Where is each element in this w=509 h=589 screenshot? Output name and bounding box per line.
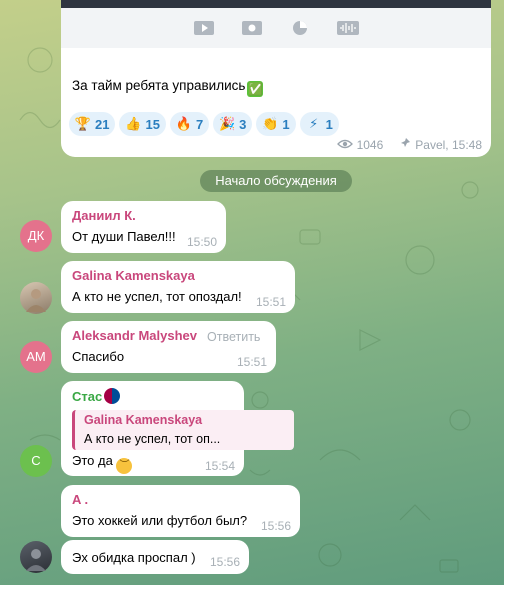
channel-post: За тайм ребята управились ✅ 🏆 21 👍 15 🔥 7… xyxy=(61,0,491,157)
reaction-count: 7 xyxy=(195,116,204,132)
play-icon[interactable] xyxy=(193,20,215,36)
message-time: 15:51 xyxy=(236,355,267,369)
message-author[interactable]: Galina Kamenskaya xyxy=(72,268,195,283)
window-edge xyxy=(504,0,509,589)
message-time: 15:56 xyxy=(260,519,291,533)
message-author[interactable]: Даниил К. xyxy=(72,208,136,223)
message-author[interactable]: Aleksandr Malyshev xyxy=(72,328,197,343)
thumbs-up-icon: 👍 xyxy=(125,116,142,131)
lightning-icon: ⚡ xyxy=(309,116,319,131)
reaction-count: 1 xyxy=(325,116,333,132)
reaction-count: 3 xyxy=(239,116,247,132)
reaction-fire[interactable]: 🔥 7 xyxy=(169,112,210,136)
barcelona-badge-icon xyxy=(104,388,121,404)
message-text: Это хоккей или футбол был? xyxy=(72,513,248,528)
views-count: 1046 xyxy=(356,137,384,152)
photo-icon[interactable] xyxy=(241,20,263,36)
pin-icon xyxy=(399,137,411,152)
party-icon: 🎉 xyxy=(219,116,236,131)
message-time: 15:54 xyxy=(204,459,235,473)
message-text: А кто не успел, тот опоздал! xyxy=(72,289,242,304)
message-time: 15:50 xyxy=(186,235,217,249)
message-author[interactable]: A . xyxy=(72,492,88,507)
message-bubble[interactable]: Стас Galina Kamenskaya А кто не успел, т… xyxy=(61,381,294,476)
reaction-count: 21 xyxy=(95,116,110,132)
reaction-lightning[interactable]: ⚡ 1 xyxy=(299,112,339,136)
clap-icon: 👏 xyxy=(262,116,279,131)
post-meta: 1046 Pavel, 15:48 xyxy=(336,137,482,152)
reply-button[interactable]: Ответить xyxy=(207,330,260,344)
avatar[interactable] xyxy=(20,541,52,573)
discussion-start-label: Начало обсуждения xyxy=(200,170,352,192)
message-text: Это да ︶ xyxy=(72,453,133,474)
avatar[interactable]: AM xyxy=(20,341,52,373)
message-text-label: Это да xyxy=(72,453,113,468)
message-bubble[interactable]: Aleksandr Malyshev Ответить Спасибо 15:5… xyxy=(61,321,276,373)
check-mark-icon: ✅ xyxy=(247,81,264,97)
message-bubble[interactable]: Galina Kamenskaya А кто не успел, тот оп… xyxy=(61,261,295,313)
message-bubble[interactable]: Эх обидка проспал ) 15:56 xyxy=(61,540,249,574)
message-time: 15:51 xyxy=(255,295,286,309)
message-author-name[interactable]: Стас xyxy=(72,389,102,404)
avatar[interactable]: С xyxy=(20,445,52,477)
window-bottom-edge xyxy=(0,585,509,589)
message-bubble[interactable]: A . Это хоккей или футбол был? 15:56 xyxy=(61,485,300,537)
fire-icon: 🔥 xyxy=(175,116,193,131)
post-signature: Pavel, 15:48 xyxy=(415,137,482,152)
trophy-icon: 🏆 xyxy=(74,116,92,131)
message-time: 15:56 xyxy=(209,555,240,569)
media-preview xyxy=(61,0,491,8)
post-text: За тайм ребята управились ✅ xyxy=(72,78,264,97)
quote-text: А кто не успел, тот оп... xyxy=(84,432,221,446)
reaction-count: 1 xyxy=(282,116,290,132)
message-text: Спасибо xyxy=(72,349,125,364)
avatar[interactable] xyxy=(20,282,52,314)
reaction-count: 15 xyxy=(145,116,160,132)
reaction-trophy[interactable]: 🏆 21 xyxy=(69,112,116,136)
audio-wave-icon[interactable] xyxy=(337,20,359,36)
post-text-label: За тайм ребята управились xyxy=(72,78,246,93)
reactions-bar: 🏆 21 👍 15 🔥 7 🎉 3 👏 1 ⚡ 1 xyxy=(69,112,339,136)
message-bubble[interactable]: Даниил К. От души Павел!!! 15:50 xyxy=(61,201,226,253)
media-controls xyxy=(61,8,491,48)
sad-face-icon: ︶ xyxy=(116,458,133,474)
avatar[interactable]: ДК xyxy=(20,220,52,252)
message-text: От души Павел!!! xyxy=(72,229,176,244)
reaction-clap[interactable]: 👏 1 xyxy=(256,112,296,136)
reaction-thumbs-up[interactable]: 👍 15 xyxy=(119,112,166,136)
message-author[interactable]: Стас xyxy=(72,388,121,404)
eye-icon xyxy=(336,138,353,152)
reaction-party[interactable]: 🎉 3 xyxy=(213,112,253,136)
message-text: Эх обидка проспал ) xyxy=(72,550,196,565)
reply-quote[interactable]: Galina Kamenskaya А кто не успел, тот оп… xyxy=(72,410,294,450)
pie-icon[interactable] xyxy=(289,20,311,36)
quote-author: Galina Kamenskaya xyxy=(84,413,203,427)
